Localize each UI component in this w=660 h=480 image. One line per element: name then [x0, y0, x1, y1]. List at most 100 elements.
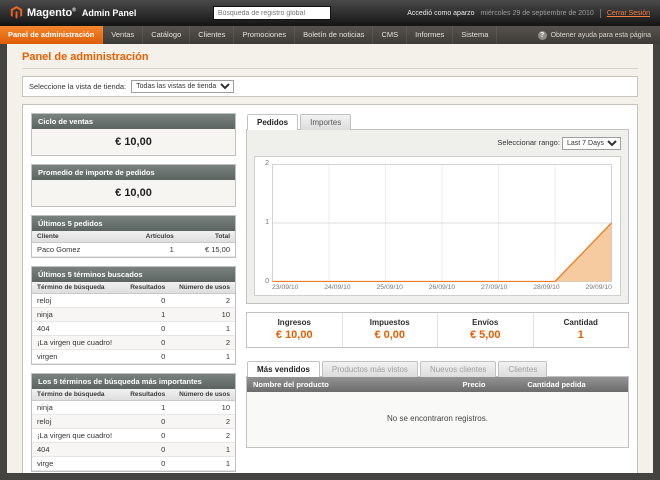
- table-cell: 1: [170, 322, 235, 336]
- store-view-select[interactable]: Todas las vistas de tienda: [131, 80, 234, 93]
- tab-mas-vendidos[interactable]: Más vendidos: [247, 361, 320, 377]
- column-header: Cliente: [32, 231, 118, 243]
- table-cell: ¡La virgen que cuadro!: [32, 429, 122, 443]
- dashboard-tabs: PedidosImportes: [246, 113, 629, 129]
- nav-item-sistema[interactable]: Sistema: [453, 26, 497, 44]
- page-title: Panel de administración: [22, 51, 638, 63]
- table-cell: 1: [118, 243, 179, 257]
- totals-row: Ingresos€ 10,00Impuestos€ 0,00Envíos€ 5,…: [246, 312, 629, 348]
- nav-item-promociones[interactable]: Promociones: [234, 26, 295, 44]
- table-cell: 0: [122, 457, 170, 471]
- table-row[interactable]: virgen01: [32, 350, 235, 364]
- column-header: Término de búsqueda: [32, 389, 122, 401]
- help-link[interactable]: ? Obtener ayuda para esta página: [529, 26, 660, 44]
- tab-clientes[interactable]: Clientes: [498, 361, 547, 377]
- logout-link[interactable]: Cerrar Sesión: [607, 10, 650, 17]
- table-cell: reloj: [32, 294, 122, 308]
- header-bar: Magento® Admin Panel Accedió como aparzo…: [0, 0, 660, 26]
- tab-importes[interactable]: Importes: [300, 114, 351, 130]
- logo-subtitle: Admin Panel: [82, 8, 137, 18]
- separator: [600, 9, 601, 18]
- table-row[interactable]: ¡La virgen que cuadro!02: [32, 336, 235, 350]
- table-card: Los 5 términos de búsqueda más important…: [31, 373, 236, 472]
- table-cell: 0: [122, 350, 170, 364]
- table-row[interactable]: Paco Gomez1€ 15,00: [32, 243, 235, 257]
- range-select[interactable]: Last 7 Days: [562, 137, 621, 150]
- card-title: Ciclo de ventas: [32, 114, 235, 129]
- y-tick-label: 2: [265, 160, 269, 167]
- nav-item-clientes[interactable]: Clientes: [190, 26, 234, 44]
- range-label: Seleccionar rango:: [497, 138, 560, 147]
- table-row[interactable]: virge01: [32, 457, 235, 471]
- help-label: Obtener ayuda para esta página: [551, 32, 651, 39]
- mini-table: ClienteArtículosTotalPaco Gomez1€ 15,00: [32, 231, 235, 257]
- table-cell: ninja: [32, 401, 122, 415]
- grid-column-header: Precio: [457, 377, 522, 392]
- tab-pedidos[interactable]: Pedidos: [247, 114, 298, 130]
- table-cell: 10: [170, 308, 235, 322]
- table-cell: Paco Gomez: [32, 243, 118, 257]
- table-cell: virge: [32, 457, 122, 471]
- column-header: Resultados: [122, 389, 170, 401]
- x-tick-label: 29/09/10: [586, 284, 612, 291]
- table-cell: 0: [122, 294, 170, 308]
- chart-plot: [272, 164, 612, 282]
- table-cell: 0: [122, 443, 170, 457]
- x-tick-label: 23/09/10: [272, 284, 298, 291]
- x-tick-label: 24/09/10: [324, 284, 350, 291]
- column-header: Total: [179, 231, 235, 243]
- total-value: € 10,00: [247, 329, 342, 341]
- total-value: € 5,00: [438, 329, 533, 341]
- column-header: Resultados: [122, 282, 170, 294]
- left-column: Ciclo de ventas€ 10,00Promedio de import…: [31, 113, 236, 473]
- magento-logo[interactable]: Magento® Admin Panel: [10, 6, 136, 20]
- logged-in-as: Accedió como aparzo: [407, 10, 474, 17]
- nav-item-ventas[interactable]: Ventas: [103, 26, 143, 44]
- total-label: Impuestos: [343, 318, 438, 327]
- table-row[interactable]: 40401: [32, 443, 235, 457]
- table-row[interactable]: 40401: [32, 322, 235, 336]
- dashboard-panel: Ciclo de ventas€ 10,00Promedio de import…: [22, 104, 638, 473]
- table-cell: 1: [122, 308, 170, 322]
- chart-x-axis: 23/09/1024/09/1025/09/1026/09/1027/09/10…: [272, 284, 612, 291]
- table-cell: 404: [32, 443, 122, 457]
- table-row[interactable]: ninja110: [32, 308, 235, 322]
- table-cell: 10: [170, 401, 235, 415]
- page-content: Panel de administración Seleccione la vi…: [7, 44, 653, 473]
- total-cantidad: Cantidad1: [533, 313, 629, 347]
- table-cell: 1: [122, 401, 170, 415]
- table-row[interactable]: ¡La virgen que cuadro!02: [32, 429, 235, 443]
- table-cell: € 15,00: [179, 243, 235, 257]
- x-tick-label: 28/09/10: [533, 284, 559, 291]
- table-cell: 404: [32, 322, 122, 336]
- stat-card: Ciclo de ventas€ 10,00: [31, 113, 236, 156]
- x-tick-label: 27/09/10: [481, 284, 507, 291]
- table-cell: 1: [170, 457, 235, 471]
- table-card: Últimos 5 pedidosClienteArtículosTotalPa…: [31, 215, 236, 258]
- tab-nuevos-clientes[interactable]: Nuevos clientes: [420, 361, 496, 377]
- table-row[interactable]: reloj02: [32, 415, 235, 429]
- table-cell: 0: [122, 336, 170, 350]
- table-row[interactable]: reloj02: [32, 294, 235, 308]
- nav-item-panel-de-administracion[interactable]: Panel de administración: [0, 26, 103, 44]
- total-impuestos: Impuestos€ 0,00: [342, 313, 438, 347]
- nav-items: Panel de administraciónVentasCatálogoCli…: [0, 26, 497, 44]
- products-grid: Nombre del productoPrecioCantidad pedida…: [246, 376, 629, 448]
- card-title: Últimos 5 pedidos: [32, 216, 235, 231]
- total-envios: Envíos€ 5,00: [437, 313, 533, 347]
- main-nav: Panel de administraciónVentasCatálogoCli…: [0, 26, 660, 44]
- nav-item-catalogo[interactable]: Catálogo: [143, 26, 190, 44]
- nav-item-boletin-de-noticias[interactable]: Boletín de noticias: [295, 26, 373, 44]
- table-cell: 2: [170, 429, 235, 443]
- chart-section: Seleccionar rango: Last 7 Days 012 23/09…: [246, 129, 629, 304]
- nav-item-cms[interactable]: CMS: [373, 26, 407, 44]
- orders-chart: 012 23/09/1024/09/1025/09/1026/09/1027/0…: [254, 156, 621, 296]
- tab-productos-mas-vistos[interactable]: Productos más vistos: [322, 361, 418, 377]
- table-card: Últimos 5 términos buscadosTérmino de bú…: [31, 266, 236, 365]
- card-value: € 10,00: [32, 180, 235, 206]
- nav-item-informes[interactable]: Informes: [407, 26, 453, 44]
- header-date: miércoles 29 de septiembre de 2010: [481, 10, 594, 17]
- mini-table: Término de búsquedaResultadosNúmero de u…: [32, 389, 235, 471]
- global-search-input[interactable]: [213, 6, 331, 20]
- table-row[interactable]: ninja110: [32, 401, 235, 415]
